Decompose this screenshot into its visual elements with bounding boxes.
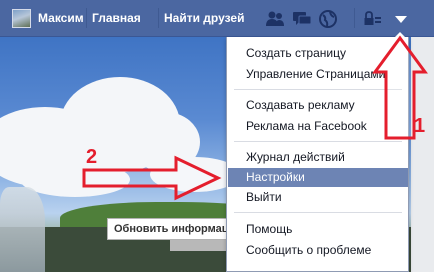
annotation-overlay — [82, 35, 428, 201]
annotation-number-2: 2 — [86, 146, 98, 168]
annotation-arrow-right — [82, 155, 222, 201]
annotation-number-1: 1 — [414, 115, 426, 137]
